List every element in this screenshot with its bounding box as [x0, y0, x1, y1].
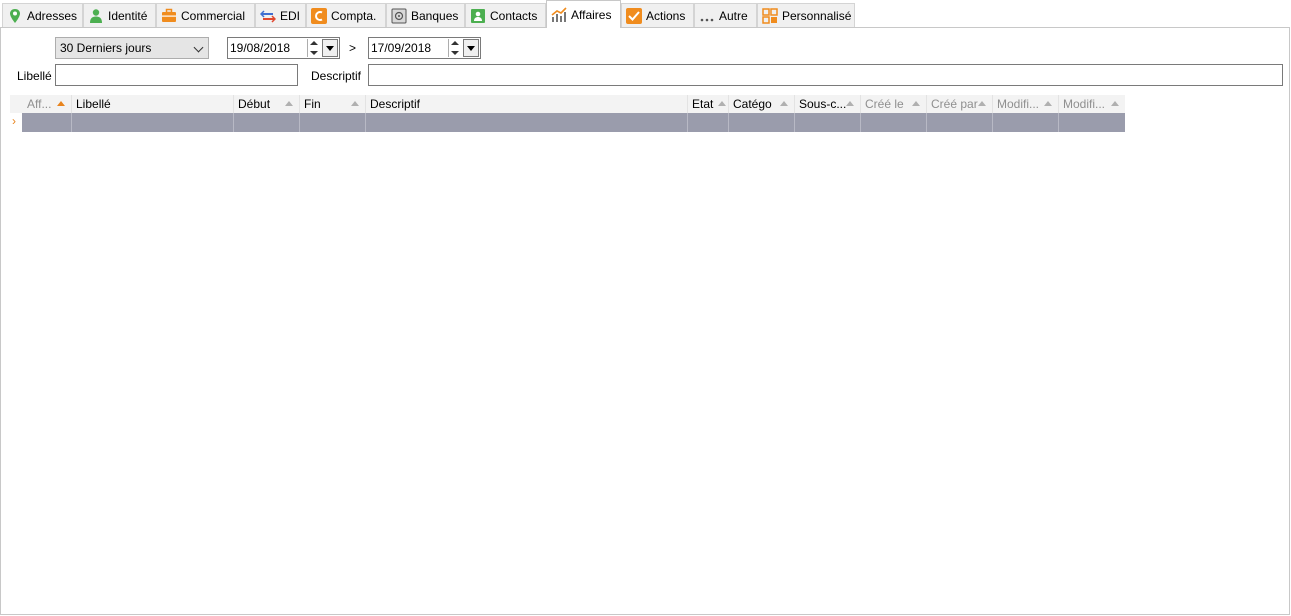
tab-commercial[interactable]: Commercial: [156, 3, 255, 27]
briefcase-icon: [161, 8, 177, 24]
column-header-affaire[interactable]: Aff...: [22, 95, 72, 113]
column-header-libelle[interactable]: Libellé: [72, 95, 234, 113]
sort-icon: [285, 101, 293, 106]
column-header-cree-par[interactable]: Créé par: [927, 95, 993, 113]
sort-icon: [912, 101, 920, 106]
libelle-input[interactable]: [55, 64, 298, 86]
date-from-value: 19/08/2018: [230, 41, 291, 55]
exchange-arrows-icon: [259, 8, 277, 24]
spin-up-icon: [310, 41, 318, 45]
tab-banques[interactable]: Banques: [386, 3, 465, 27]
column-header-debut[interactable]: Début: [234, 95, 300, 113]
sort-icon: [1044, 101, 1052, 106]
tab-label: Compta.: [331, 8, 377, 23]
map-pin-icon: [7, 8, 23, 24]
safe-icon: [391, 8, 407, 24]
spin-down-icon: [310, 51, 318, 55]
tab-autre[interactable]: Autre: [694, 3, 757, 27]
date-from-spinner[interactable]: [307, 39, 320, 57]
descriptif-label: Descriptif: [311, 69, 362, 83]
chevron-down-icon: [193, 42, 204, 53]
period-select-value: 30 Derniers jours: [60, 41, 152, 55]
table-row[interactable]: ›: [10, 113, 1125, 132]
tab-label: Banques: [411, 8, 459, 23]
sort-icon: [978, 101, 986, 106]
table-cell[interactable]: [729, 113, 795, 132]
tab-actions[interactable]: Actions: [621, 3, 694, 27]
sort-icon: [846, 101, 854, 106]
checkmark-icon: [626, 7, 642, 24]
column-header-modifie-par[interactable]: Modifi...: [1059, 95, 1125, 113]
spin-up-icon: [451, 41, 459, 45]
date-from-calendar-button[interactable]: [322, 39, 338, 57]
column-header-categorie[interactable]: Catégo: [729, 95, 795, 113]
descriptif-input[interactable]: [368, 64, 1283, 86]
date-to-calendar-button[interactable]: [463, 39, 479, 57]
tab-label: Commercial: [181, 8, 246, 23]
tab-label: Adresses: [27, 8, 78, 23]
sort-icon: [1111, 101, 1119, 106]
sort-icon: [780, 101, 788, 106]
period-select[interactable]: 30 Derniers jours: [55, 37, 209, 59]
tab-adresses[interactable]: Adresses: [2, 3, 83, 27]
sort-icon: [718, 101, 726, 106]
person-icon: [88, 8, 104, 24]
column-header-modifie-le[interactable]: Modifi...: [993, 95, 1059, 113]
date-range-separator: >: [349, 41, 357, 55]
column-header-fin[interactable]: Fin: [300, 95, 366, 113]
date-to-value: 17/09/2018: [371, 41, 432, 55]
tab-edi[interactable]: EDI: [255, 3, 306, 27]
tab-identite[interactable]: Identité: [83, 3, 156, 27]
tab-strip: Adresses Identité Commercial EDI Compta.…: [0, 0, 1291, 28]
custom-grid-icon: [762, 7, 778, 24]
tab-label: Contacts: [490, 8, 538, 23]
table-cell[interactable]: [72, 113, 234, 132]
column-header-cree-le[interactable]: Créé le: [861, 95, 927, 113]
spin-down-icon: [451, 51, 459, 55]
table-cell[interactable]: [861, 113, 927, 132]
date-from-field[interactable]: 19/08/2018: [227, 37, 340, 59]
date-to-spinner[interactable]: [448, 39, 461, 57]
grid-header: Aff... Libellé Début Fin Descriptif Etat…: [10, 95, 1125, 114]
table-cell[interactable]: [688, 113, 729, 132]
table-cell[interactable]: [795, 113, 861, 132]
tab-personnalise[interactable]: Personnalisé: [757, 3, 855, 27]
table-cell[interactable]: [993, 113, 1059, 132]
tab-label: Affaires: [571, 7, 612, 22]
tab-contacts[interactable]: Contacts: [465, 3, 546, 27]
sort-icon: [351, 101, 359, 106]
tab-label: Identité: [108, 8, 148, 23]
accounting-icon: [311, 7, 327, 24]
table-cell[interactable]: [1059, 113, 1125, 132]
column-header-etat[interactable]: Etat: [688, 95, 729, 113]
column-header-sous-categorie[interactable]: Sous-c...: [795, 95, 861, 113]
libelle-label: Libellé: [17, 69, 52, 83]
table-cell[interactable]: [300, 113, 366, 132]
column-header-descriptif[interactable]: Descriptif: [366, 95, 688, 113]
tab-label: Autre: [719, 8, 748, 23]
table-cell[interactable]: [366, 113, 688, 132]
sort-ascending-icon: [57, 101, 65, 106]
contact-card-icon: [470, 8, 486, 24]
tab-compta[interactable]: Compta.: [306, 3, 386, 27]
table-cell[interactable]: [927, 113, 993, 132]
table-cell[interactable]: [22, 113, 72, 132]
ellipsis-icon: [699, 8, 715, 24]
tab-label: Personnalisé: [782, 8, 852, 23]
tab-label: Actions: [646, 8, 686, 23]
date-to-field[interactable]: 17/09/2018: [368, 37, 481, 59]
tab-label: EDI: [280, 8, 301, 23]
tab-affaires[interactable]: Affaires: [546, 0, 621, 28]
chart-trend-icon: [551, 6, 567, 23]
row-indicator-arrow-icon: ›: [12, 114, 16, 128]
row-indicator: ›: [10, 113, 22, 132]
table-cell[interactable]: [234, 113, 300, 132]
